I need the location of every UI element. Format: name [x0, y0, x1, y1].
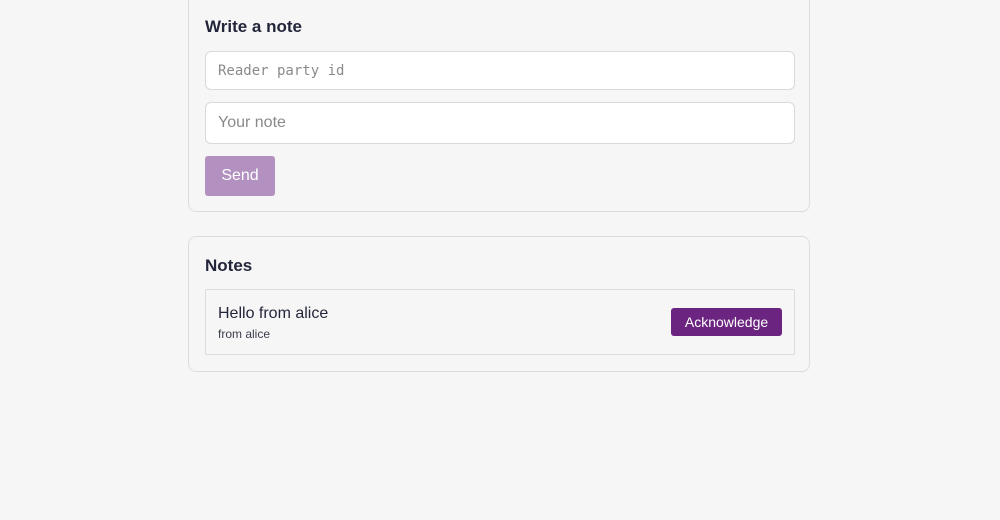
note-input[interactable]	[205, 102, 795, 144]
list-item: Hello from alice from alice Acknowledge	[205, 289, 795, 355]
send-button[interactable]: Send	[205, 156, 275, 196]
acknowledge-button[interactable]: Acknowledge	[671, 308, 782, 336]
notes-card: Notes Hello from alice from alice Acknow…	[188, 236, 810, 372]
note-body: Hello from alice	[218, 305, 329, 322]
notes-title: Notes	[205, 256, 253, 275]
note-sender: from alice	[218, 327, 271, 341]
reader-party-id-input[interactable]	[205, 51, 795, 90]
write-note-title: Write a note	[205, 17, 302, 36]
write-note-card: Write a note Send	[188, 0, 810, 212]
